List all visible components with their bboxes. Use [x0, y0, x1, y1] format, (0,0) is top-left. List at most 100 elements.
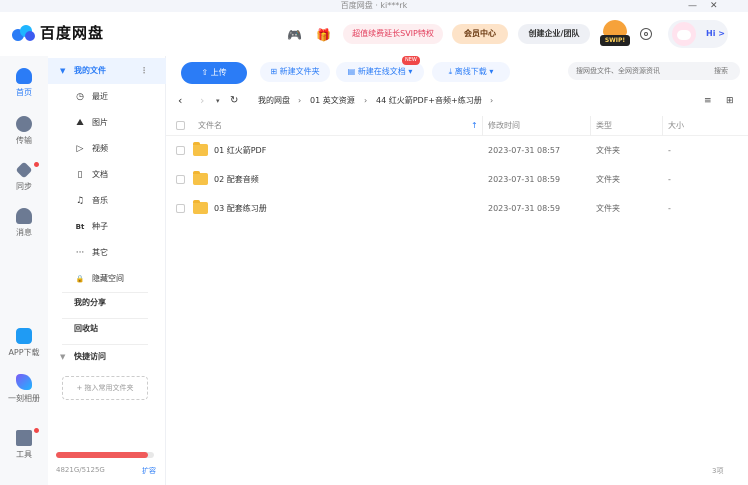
more-icon[interactable]: ⋮ — [140, 58, 148, 84]
forward-icon[interactable]: › — [200, 92, 204, 110]
nav-app-download[interactable]: APP下载 — [0, 328, 48, 358]
create-enterprise-label: 创建企业/团队 — [528, 29, 580, 38]
upload-button[interactable]: ⇧ 上传 — [181, 62, 247, 84]
tree-my-share[interactable]: 我的分享 — [48, 290, 166, 316]
column-header-size[interactable]: 大小 — [668, 116, 684, 136]
back-icon[interactable]: ‹ — [178, 92, 182, 110]
chevron-right-icon: › — [490, 96, 494, 105]
file-table-header: 文件名 ↑ 修改时间 类型 大小 — [166, 116, 748, 136]
chevron-down-icon: ▾ — [489, 67, 494, 76]
grid-view-icon[interactable]: ⊞ — [726, 92, 734, 110]
album-icon — [16, 374, 32, 390]
folder-icon — [193, 171, 208, 185]
expand-storage-link[interactable]: 扩容 — [142, 466, 156, 476]
refresh-icon[interactable]: ↻ — [230, 92, 238, 110]
tree-my-files-label: 我的文件 — [74, 66, 106, 75]
greeting-label: Hi > — [706, 29, 725, 38]
settings-icon[interactable] — [640, 28, 652, 40]
nav-tools[interactable]: 工具 — [0, 428, 48, 460]
history-dropdown-icon[interactable]: ▾ — [216, 92, 220, 110]
mountain-image-icon: ⛰ — [76, 118, 84, 128]
new-folder-button[interactable]: ⊞ 新建文件夹 — [260, 62, 330, 82]
storage-usage: 4821G/5125G — [56, 466, 105, 474]
sort-icon[interactable]: ≡ — [704, 92, 712, 110]
game-icon[interactable]: 🎮 — [287, 28, 302, 42]
tree-item-videos[interactable]: ▷ 视频 — [48, 136, 166, 162]
nav-sync[interactable]: 同步 — [0, 161, 48, 192]
tree-item-docs[interactable]: ▯ 文档 — [48, 162, 166, 188]
row-checkbox[interactable] — [176, 204, 185, 213]
tree-item-torrents[interactable]: Bt 种子 — [48, 214, 166, 240]
vip-center-label: 会员中心 — [464, 29, 496, 38]
tree-recycle-bin-label: 回收站 — [74, 324, 98, 333]
file-type: 文件夹 — [596, 204, 620, 213]
table-row[interactable]: 01 红火箭PDF 2023-07-31 08:57 文件夹 - — [166, 136, 748, 165]
file-name[interactable]: 03 配套练习册 — [214, 194, 267, 223]
item-count: 3项 — [712, 467, 724, 475]
breadcrumb: ‹ › ▾ ↻ 我的网盘 › 01 英文资源 › 44 红火箭PDF+音频+练习… — [166, 92, 748, 110]
tree-recycle-bin[interactable]: 回收站 — [48, 316, 166, 342]
nav-home[interactable]: 首页 — [0, 68, 48, 98]
breadcrumb-item[interactable]: 01 英文资源 — [310, 92, 355, 110]
gift-icon[interactable]: 🎁 — [316, 28, 331, 42]
breadcrumb-item[interactable]: 我的网盘 — [258, 92, 290, 110]
nav-transfer[interactable]: 传输 — [0, 116, 48, 146]
nav-photo-album[interactable]: 一刻相册 — [0, 374, 48, 404]
tree-item-label: 种子 — [92, 222, 108, 231]
sort-up-arrow-icon[interactable]: ↑ — [471, 116, 478, 136]
user-profile-button[interactable]: Hi > — [668, 20, 728, 48]
search-button[interactable]: 搜索 — [714, 62, 728, 80]
sync-icon — [15, 161, 33, 179]
column-header-name[interactable]: 文件名 — [198, 116, 222, 136]
file-name[interactable]: 02 配套音频 — [214, 165, 259, 194]
svip-badge[interactable]: SWIP! — [600, 20, 630, 50]
file-modified: 2023-07-31 08:59 — [488, 204, 561, 213]
create-enterprise-button[interactable]: 创建企业/团队 — [518, 24, 590, 44]
tree-item-other[interactable]: ··· 其它 — [48, 240, 166, 266]
headphones-icon: ♫ — [75, 196, 85, 206]
caret-down-icon: ▼ — [60, 67, 66, 75]
document-edit-icon: ▤ — [347, 67, 356, 76]
minimize-button[interactable]: — — [688, 0, 697, 12]
tree-item-hidden-space[interactable]: 🔒 隐藏空间 — [48, 266, 166, 292]
table-row[interactable]: 02 配套音频 2023-07-31 08:59 文件夹 - — [166, 165, 748, 194]
column-header-modified[interactable]: 修改时间 — [488, 116, 520, 136]
folder-icon — [193, 142, 208, 156]
brand-logo[interactable]: 百度网盘 — [12, 22, 104, 43]
download-icon: ⤓ — [448, 67, 453, 76]
column-header-type[interactable]: 类型 — [596, 116, 612, 136]
tree-item-label: 图片 — [92, 118, 108, 127]
new-online-doc-button[interactable]: ▤ 新建在线文档 ▾ — [336, 62, 424, 82]
nav-photo-album-label: 一刻相册 — [8, 394, 40, 403]
tree-item-label: 其它 — [92, 248, 108, 257]
offline-download-button[interactable]: ⤓ 离线下载 ▾ — [432, 62, 510, 82]
close-button[interactable]: ✕ — [710, 0, 718, 12]
caret-down-icon: ▼ — [60, 353, 66, 361]
nav-tools-label: 工具 — [16, 450, 32, 459]
file-tree-sidebar: ▼ 我的文件 ⋮ ◷ 最近 ⛰ 图片 ▷ 视频 ▯ 文档 ♫ 音乐 Bt 种子 ··· 其它 … — [48, 56, 166, 485]
brand-name: 百度网盘 — [40, 24, 105, 42]
select-all-checkbox[interactable] — [176, 121, 185, 130]
tree-item-recent[interactable]: ◷ 最近 — [48, 84, 166, 110]
search-input[interactable] — [568, 62, 708, 80]
file-name[interactable]: 01 红火箭PDF — [214, 136, 266, 165]
column-divider — [482, 116, 483, 136]
tree-item-images[interactable]: ⛰ 图片 — [48, 110, 166, 136]
tree-item-music[interactable]: ♫ 音乐 — [48, 188, 166, 214]
table-row[interactable]: 03 配套练习册 2023-07-31 08:59 文件夹 - — [166, 194, 748, 223]
row-checkbox[interactable] — [176, 175, 185, 184]
nav-messages[interactable]: 消息 — [0, 208, 48, 238]
svip-renew-button[interactable]: 超值续费延长SVIP特权 — [343, 24, 443, 44]
row-checkbox[interactable] — [176, 146, 185, 155]
tree-item-label: 音乐 — [92, 196, 108, 205]
tree-quick-access[interactable]: ▼ 快捷访问 — [48, 344, 166, 370]
notification-dot — [34, 428, 39, 433]
chevron-right-icon: › — [298, 96, 302, 105]
nav-transfer-label: 传输 — [16, 136, 32, 145]
vip-center-button[interactable]: 会员中心 — [452, 24, 508, 44]
add-frequent-folder-button[interactable]: + 拖入常用文件夹 — [62, 376, 148, 400]
upload-label: 上传 — [210, 68, 227, 77]
nav-home-label: 首页 — [16, 88, 32, 97]
avatar — [672, 22, 696, 46]
tree-my-files[interactable]: ▼ 我的文件 ⋮ — [48, 58, 166, 84]
